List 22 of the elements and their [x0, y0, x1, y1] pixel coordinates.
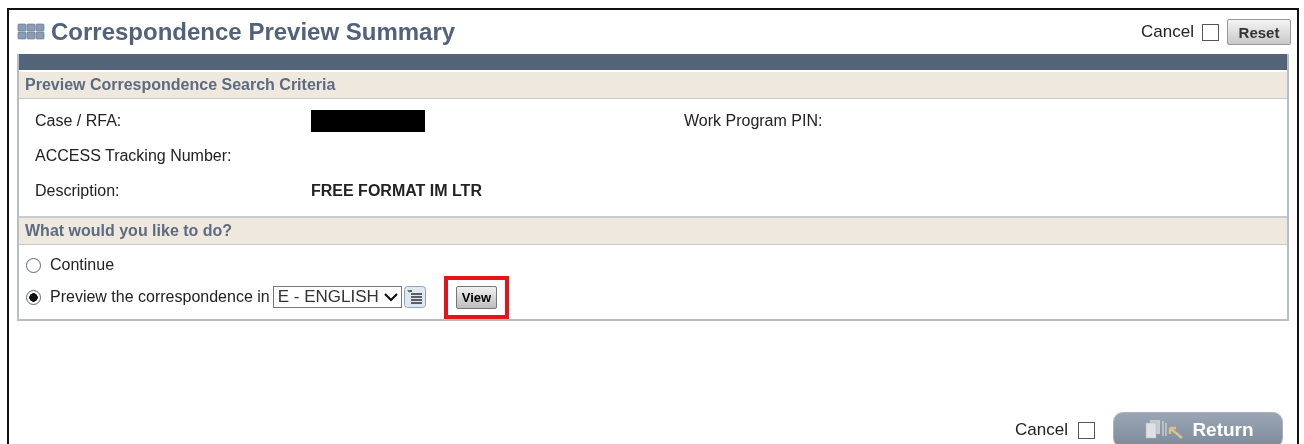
- page-title: Correspondence Preview Summary: [51, 18, 456, 46]
- radio-button[interactable]: [26, 257, 41, 273]
- reset-button[interactable]: Reset: [1227, 19, 1291, 45]
- radio-button[interactable]: [26, 289, 41, 305]
- cancel-label: Cancel: [1015, 420, 1068, 440]
- field-label: Case / RFA:: [35, 111, 123, 130]
- option-label: Preview the correspondence in: [50, 288, 270, 306]
- field-label: Description:: [35, 181, 121, 200]
- view-button[interactable]: View: [455, 285, 498, 309]
- option-label: Continue: [50, 256, 115, 274]
- grid-icon: [17, 23, 45, 41]
- list-icon[interactable]: [403, 286, 426, 308]
- cancel-label: Cancel: [1141, 22, 1194, 42]
- chevron-down-icon: [382, 292, 399, 302]
- language-dropdown[interactable]: E - ENGLISH: [272, 286, 402, 308]
- cancel-checkbox[interactable]: [1202, 23, 1219, 41]
- section-heading: Preview Correspondence Search Criteria: [19, 70, 1287, 99]
- cancel-checkbox[interactable]: [1078, 421, 1095, 439]
- field-label: Work Program PIN:: [684, 111, 823, 130]
- field-label: ACCESS Tracking Number:: [35, 146, 233, 165]
- field-value: FREE FORMAT IM LTR: [311, 181, 482, 200]
- section-heading: What would you like to do?: [19, 216, 1287, 245]
